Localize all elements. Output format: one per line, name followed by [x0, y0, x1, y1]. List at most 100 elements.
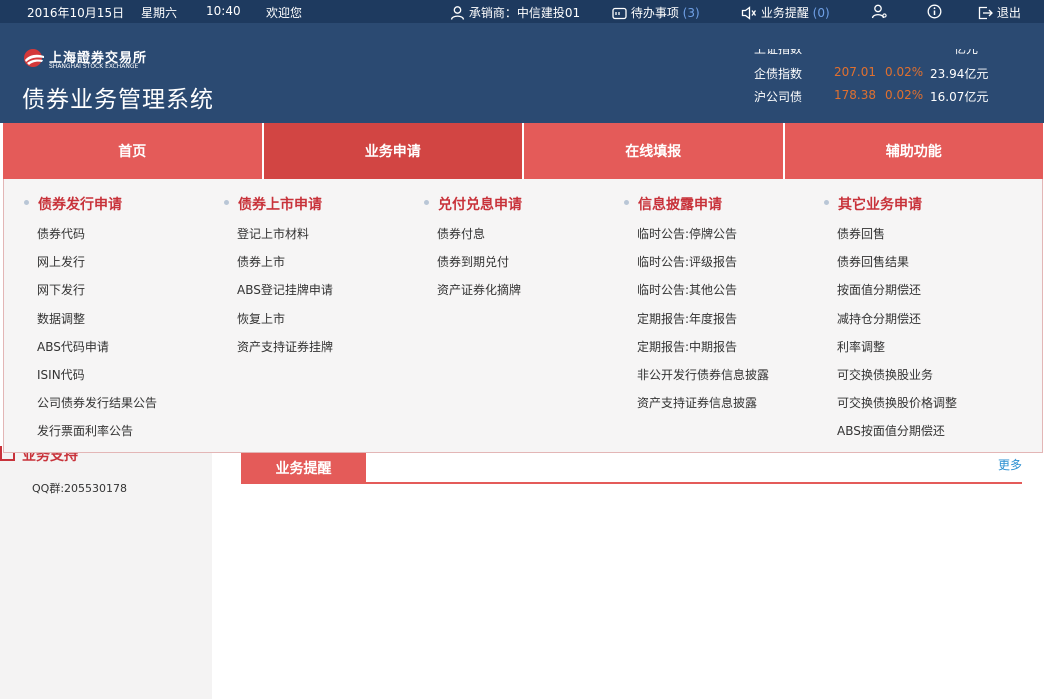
bullet-icon — [224, 200, 229, 205]
todo-count: (3) — [682, 6, 700, 20]
menu-item[interactable]: 网上发行 — [37, 255, 224, 283]
profile-button[interactable] — [871, 4, 887, 19]
reminder-panel: 业务提醒 更多 — [241, 453, 1022, 484]
menu-column-title: 信息披露申请 — [624, 194, 824, 216]
menu-item[interactable]: 网下发行 — [37, 283, 224, 311]
menu-item[interactable]: 发行票面利率公告 — [37, 424, 224, 452]
index-ticker: 上证指数 亿元 企债指数 207.01 0.02% 23.94亿元 沪公司债 1… — [754, 49, 1034, 109]
menu-column-title-text: 信息披露申请 — [638, 197, 722, 213]
menu-item[interactable]: 债券回售 — [837, 227, 1024, 255]
menu-item[interactable]: 非公开发行债券信息披露 — [637, 368, 824, 396]
menu-item[interactable]: 按面值分期偿还 — [837, 283, 1024, 311]
menu-item[interactable]: ABS登记挂牌申请 — [237, 283, 424, 311]
tab-online-filing[interactable]: 在线填报 — [524, 123, 783, 179]
page-header: 上海證券交易所 SHANGHAI STOCK EXCHANGE 债券业务管理系统… — [0, 23, 1044, 123]
ticker-name: 沪公司债 — [754, 90, 803, 104]
logout-icon — [978, 6, 993, 20]
menu-column-disclosure: 信息披露申请 临时公告:停牌公告 临时公告:评级报告 临时公告:其他公告 定期报… — [624, 194, 824, 424]
menu-item[interactable]: 债券代码 — [37, 227, 224, 255]
menu-item[interactable]: 数据调整 — [37, 312, 224, 340]
support-qq-group: QQ群:205530178 — [32, 482, 128, 495]
ticker-name: 上证指数 — [754, 49, 803, 56]
ticker-amount: 23.94亿元 — [930, 67, 989, 81]
bullet-icon — [824, 200, 829, 205]
ticker-change: 0.02% — [885, 88, 924, 102]
tab-auxiliary-functions[interactable]: 辅助功能 — [784, 123, 1043, 179]
menu-item[interactable]: 资产支持证券挂牌 — [237, 340, 424, 368]
menu-item[interactable]: 定期报告:年度报告 — [637, 312, 824, 340]
ticker-amount: 亿元 — [954, 49, 979, 56]
menu-item[interactable]: ISIN代码 — [37, 368, 224, 396]
menu-column-title: 债券发行申请 — [24, 194, 224, 216]
welcome-text: 欢迎您 — [266, 6, 303, 20]
menu-item[interactable]: 公司债券发行结果公告 — [37, 396, 224, 424]
info-button[interactable] — [927, 4, 942, 19]
menu-item[interactable]: 可交换债换股业务 — [837, 368, 1024, 396]
menu-column-other: 其它业务申请 债券回售 债券回售结果 按面值分期偿还 减持仓分期偿还 利率调整 … — [824, 194, 1024, 453]
menu-item[interactable]: 登记上市材料 — [237, 227, 424, 255]
todo-icon — [612, 6, 627, 20]
current-time: 10:40 — [206, 4, 241, 18]
top-status-bar: 2016年10月15日 星期六 10:40 欢迎您 承销商：中信建投01 待办事… — [0, 0, 1044, 23]
sse-logo: 上海證券交易所 SHANGHAI STOCK EXCHANGE — [22, 47, 147, 73]
menu-item[interactable]: 债券付息 — [437, 227, 624, 255]
logout-label: 退出 — [996, 6, 1021, 20]
sidebar: 业务支持 QQ群:205530178 — [0, 446, 212, 699]
menu-column-title: 债券上市申请 — [224, 194, 424, 216]
more-link[interactable]: 更多 — [998, 456, 1022, 473]
menu-item[interactable]: 临时公告:停牌公告 — [637, 227, 824, 255]
todo-label: 待办事项 — [630, 6, 679, 20]
menu-item[interactable]: 债券回售结果 — [837, 255, 1024, 283]
menu-item[interactable]: 资产支持证券信息披露 — [637, 396, 824, 424]
bullet-icon — [24, 200, 29, 205]
menu-item[interactable]: 临时公告:其他公告 — [637, 283, 824, 311]
main-nav: 首页 业务申请 在线填报 辅助功能 — [3, 123, 1043, 179]
speaker-icon — [741, 6, 757, 20]
menu-column-title: 兑付兑息申请 — [424, 194, 624, 216]
reminder-panel-tab[interactable]: 业务提醒 — [241, 453, 366, 482]
menu-item[interactable]: ABS按面值分期偿还 — [837, 424, 1024, 452]
menu-column-title: 其它业务申请 — [824, 194, 1024, 216]
sse-logo-icon — [22, 48, 46, 68]
ticker-change: 0.02% — [885, 65, 924, 79]
system-title: 债券业务管理系统 — [22, 87, 214, 113]
menu-item[interactable]: 临时公告:评级报告 — [637, 255, 824, 283]
current-date: 2016年10月15日 — [27, 6, 125, 20]
menu-item[interactable]: 可交换债换股价格调整 — [837, 396, 1024, 424]
menu-item[interactable]: 利率调整 — [837, 340, 1024, 368]
ticker-value: 207.01 — [834, 65, 876, 79]
ticker-name: 企债指数 — [754, 67, 803, 81]
menu-column-bond-issuance: 债券发行申请 债券代码 网上发行 网下发行 数据调整 ABS代码申请 ISIN代… — [24, 194, 224, 453]
reminder-link[interactable]: 业务提醒 (0) — [741, 4, 830, 21]
underwriter-label: 承销商： — [468, 6, 517, 20]
underwriter-name: 中信建投01 — [516, 6, 581, 20]
bullet-icon — [424, 200, 429, 205]
info-icon — [927, 4, 942, 19]
menu-item[interactable]: 定期报告:中期报告 — [637, 340, 824, 368]
tab-home[interactable]: 首页 — [3, 123, 262, 179]
user-icon — [450, 6, 465, 20]
tab-business-application[interactable]: 业务申请 — [263, 123, 522, 179]
logout-button[interactable]: 退出 — [978, 4, 1021, 21]
menu-column-redemption: 兑付兑息申请 债券付息 债券到期兑付 资产证券化摘牌 — [424, 194, 624, 312]
underwriter-info: 承销商：中信建投01 — [450, 4, 580, 21]
menu-column-title-text: 其它业务申请 — [838, 197, 922, 213]
bullet-icon — [624, 200, 629, 205]
current-weekday: 星期六 — [141, 6, 178, 20]
menu-column-title-text: 债券上市申请 — [238, 197, 322, 213]
business-application-dropdown: 债券发行申请 债券代码 网上发行 网下发行 数据调整 ABS代码申请 ISIN代… — [3, 179, 1043, 453]
reminder-count: (0) — [812, 6, 830, 20]
todo-link[interactable]: 待办事项 (3) — [612, 4, 700, 21]
menu-column-bond-listing: 债券上市申请 登记上市材料 债券上市 ABS登记挂牌申请 恢复上市 资产支持证券… — [224, 194, 424, 368]
menu-item[interactable]: 债券到期兑付 — [437, 255, 624, 283]
menu-item[interactable]: 债券上市 — [237, 255, 424, 283]
menu-item[interactable]: ABS代码申请 — [37, 340, 224, 368]
ticker-amount: 16.07亿元 — [930, 90, 989, 104]
menu-item[interactable]: 恢复上市 — [237, 312, 424, 340]
menu-item[interactable]: 资产证券化摘牌 — [437, 283, 624, 311]
menu-item[interactable]: 减持仓分期偿还 — [837, 312, 1024, 340]
menu-column-title-text: 债券发行申请 — [38, 197, 122, 213]
reminder-label: 业务提醒 — [760, 6, 809, 20]
menu-column-title-text: 兑付兑息申请 — [438, 197, 522, 213]
person-icon — [871, 4, 887, 19]
